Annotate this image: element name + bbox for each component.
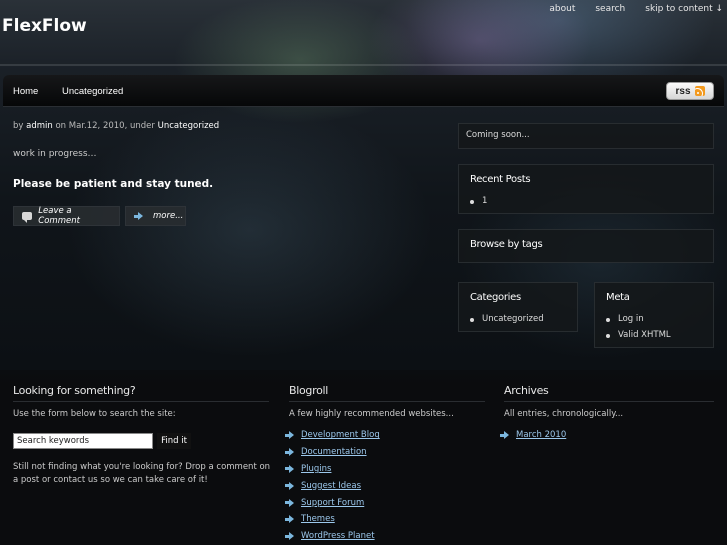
comment-icon <box>22 212 33 223</box>
post-category-link[interactable]: Uncategorized <box>158 121 220 131</box>
arrow-right-icon <box>134 212 143 220</box>
tags-title: Browse by tags <box>470 239 543 250</box>
arrow-right-icon <box>285 515 294 524</box>
tags-widget: Browse by tags <box>458 229 714 263</box>
blogroll-link[interactable]: Support Forum <box>285 494 380 511</box>
recent-posts-title: Recent Posts <box>470 174 531 185</box>
post-author-link[interactable]: admin <box>26 121 53 131</box>
categories-widget: Categories Uncategorized <box>458 282 578 332</box>
post-meta: by admin on Mar.12, 2010, under Uncatego… <box>13 121 219 131</box>
meta-widget: Meta Log in Valid XHTML <box>594 282 714 348</box>
archives-divider <box>504 401 714 402</box>
find-it-button[interactable]: Find it <box>157 433 191 449</box>
blogroll-link[interactable]: WordPress Planet <box>285 528 380 545</box>
search-input[interactable] <box>13 433 153 449</box>
footer-search-title: Looking for something? <box>13 384 136 397</box>
arrow-right-icon <box>285 498 294 507</box>
top-nav: about search skip to content ↓ <box>529 4 723 14</box>
arrow-right-icon <box>285 431 294 440</box>
recent-post-link[interactable]: 1 <box>470 196 487 212</box>
footer-search-divider <box>13 401 269 402</box>
blogroll-link-label: Documentation <box>301 447 367 458</box>
post-body-text: work in progress… <box>13 149 97 159</box>
top-nav-search[interactable]: search <box>595 4 625 14</box>
blogroll-link-label: Suggest Ideas <box>301 480 362 491</box>
leave-comment-label: Leave a Comment <box>38 206 80 226</box>
meta-login-link[interactable]: Log in <box>606 314 671 330</box>
nav-item-uncategorized[interactable]: Uncategorized <box>62 86 123 97</box>
meta-xhtml-link[interactable]: Valid XHTML <box>606 330 671 346</box>
blogroll-divider <box>289 401 485 402</box>
archives-list: March 2010 <box>500 427 566 444</box>
blogroll-link[interactable]: Documentation <box>285 444 380 461</box>
nav-item-home[interactable]: Home <box>13 86 38 97</box>
blogroll-link[interactable]: Suggest Ideas <box>285 477 380 494</box>
coming-soon-text: Coming soon... <box>466 130 530 140</box>
rss-label: rss <box>675 85 691 97</box>
recent-posts-widget: Recent Posts 1 <box>458 164 714 214</box>
archives-intro: All entries, chronologically... <box>504 409 624 419</box>
blogroll-link-label: Plugins <box>301 463 332 474</box>
category-link[interactable]: Uncategorized <box>470 314 544 330</box>
archive-link-label: March 2010 <box>516 430 567 441</box>
rss-button[interactable]: rss <box>666 82 714 100</box>
site-title[interactable]: FlexFlow <box>2 16 87 36</box>
blogroll-title: Blogroll <box>289 384 329 397</box>
more-button[interactable]: more... <box>125 206 186 226</box>
archive-link[interactable]: March 2010 <box>500 427 566 444</box>
blogroll-intro: A few highly recommended websites... <box>289 409 454 419</box>
arrow-right-icon <box>500 431 509 440</box>
categories-title: Categories <box>470 292 521 303</box>
blogroll-link-label: Development Blog <box>301 430 380 441</box>
arrow-right-icon <box>285 448 294 457</box>
blogroll-link[interactable]: Plugins <box>285 461 380 478</box>
arrow-right-icon <box>285 464 294 473</box>
main-nav-bar: Home Uncategorized rss <box>3 75 724 107</box>
leave-comment-button[interactable]: Leave a Comment <box>13 206 120 226</box>
blogroll-link-label: Themes <box>301 514 335 525</box>
post-meta-prefix: by <box>13 121 24 131</box>
blogroll-link[interactable]: Development Blog <box>285 427 380 444</box>
blogroll-link-label: WordPress Planet <box>301 531 375 542</box>
recent-posts-list: 1 <box>470 196 487 212</box>
arrow-right-icon <box>285 481 294 490</box>
meta-title: Meta <box>606 292 630 303</box>
top-nav-skip-to-content[interactable]: skip to content ↓ <box>645 4 723 14</box>
top-nav-about[interactable]: about <box>549 4 575 14</box>
coming-soon-widget: Coming soon... <box>458 123 714 149</box>
footer-search-note: Still not finding what you're looking fo… <box>13 462 271 485</box>
post-highlight-text: Please be patient and stay tuned. <box>13 178 214 190</box>
blogroll-link-label: Support Forum <box>301 497 365 508</box>
footer-search-intro: Use the form below to search the site: <box>13 409 176 419</box>
post-date: on Mar.12, 2010, under <box>55 121 155 131</box>
blogroll-list: Development Blog Documentation Plugins S… <box>285 427 380 545</box>
categories-list: Uncategorized <box>470 314 544 330</box>
header-divider <box>0 64 727 66</box>
arrow-right-icon <box>285 532 294 541</box>
blogroll-link[interactable]: Themes <box>285 511 380 528</box>
meta-list: Log in Valid XHTML <box>606 314 671 346</box>
archives-title: Archives <box>504 384 549 397</box>
more-label: more... <box>153 211 184 221</box>
rss-feed-icon <box>694 86 705 96</box>
